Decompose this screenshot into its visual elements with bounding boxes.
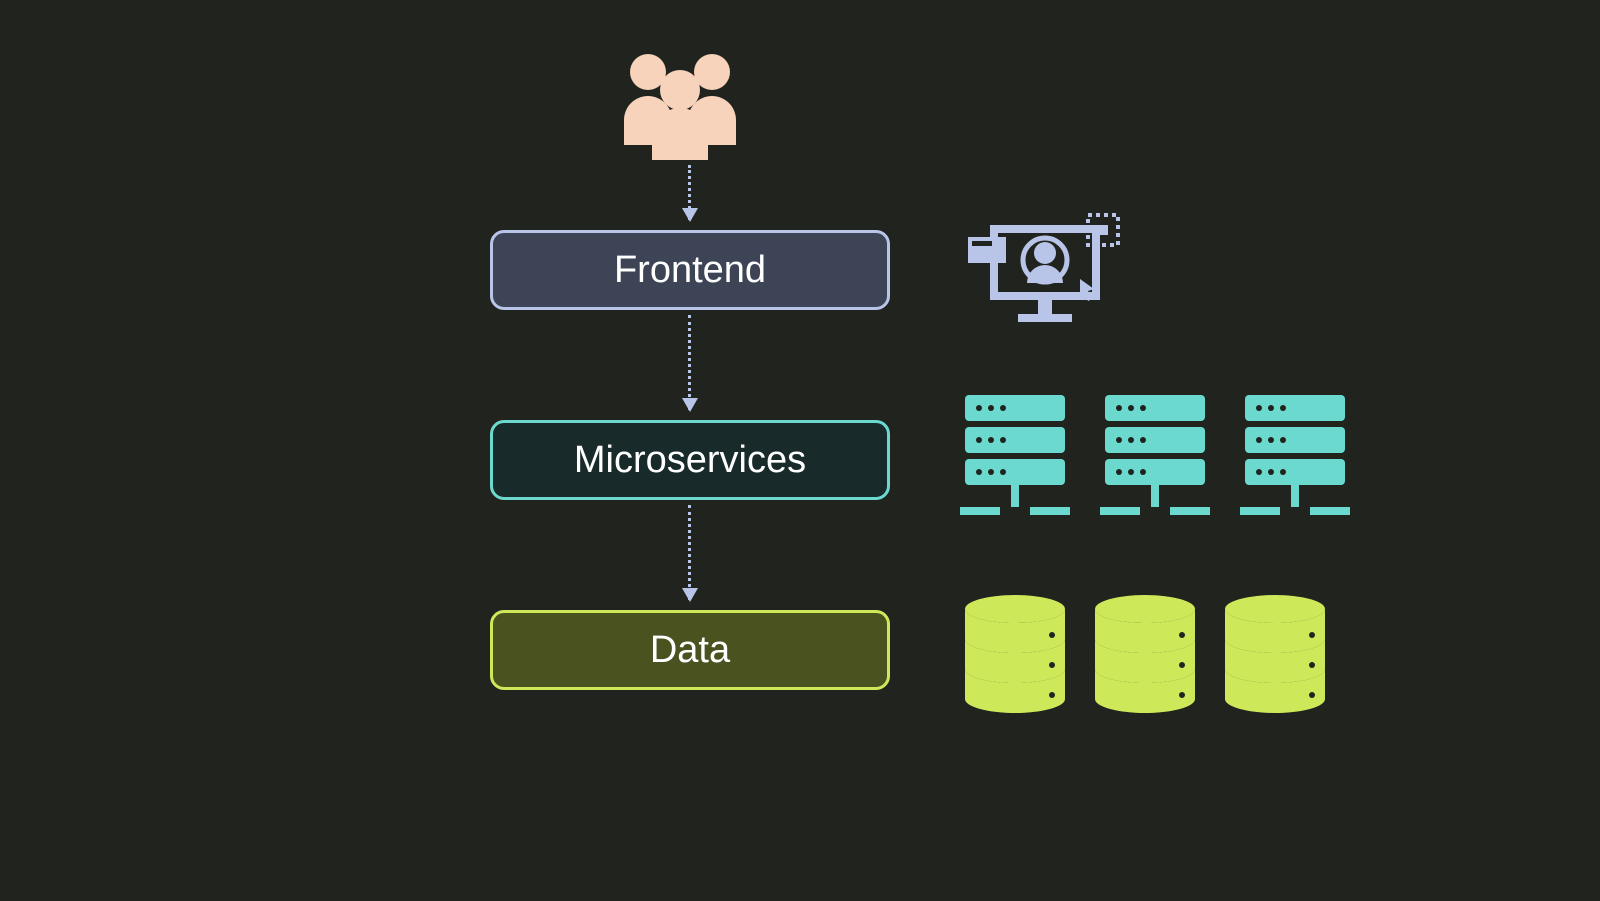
layer-microservices: Microservices [490, 420, 890, 500]
layer-data: Data [490, 610, 890, 690]
database-icon [1220, 595, 1330, 720]
layer-frontend: Frontend [490, 230, 890, 310]
arrow-frontend-to-microservices [688, 315, 691, 410]
server-icon [1235, 395, 1355, 530]
ui-monitor-icon [960, 205, 1130, 335]
arrow-users-to-frontend [688, 165, 691, 220]
arrow-microservices-to-data [688, 505, 691, 600]
architecture-diagram: Frontend [0, 0, 1600, 901]
server-icon [1095, 395, 1215, 530]
server-icon [955, 395, 1075, 530]
layer-microservices-label: Microservices [574, 439, 806, 482]
layer-frontend-label: Frontend [614, 249, 766, 292]
layer-data-label: Data [650, 629, 730, 672]
users-group-icon [610, 50, 750, 160]
database-icon [1090, 595, 1200, 720]
database-icon [960, 595, 1070, 720]
